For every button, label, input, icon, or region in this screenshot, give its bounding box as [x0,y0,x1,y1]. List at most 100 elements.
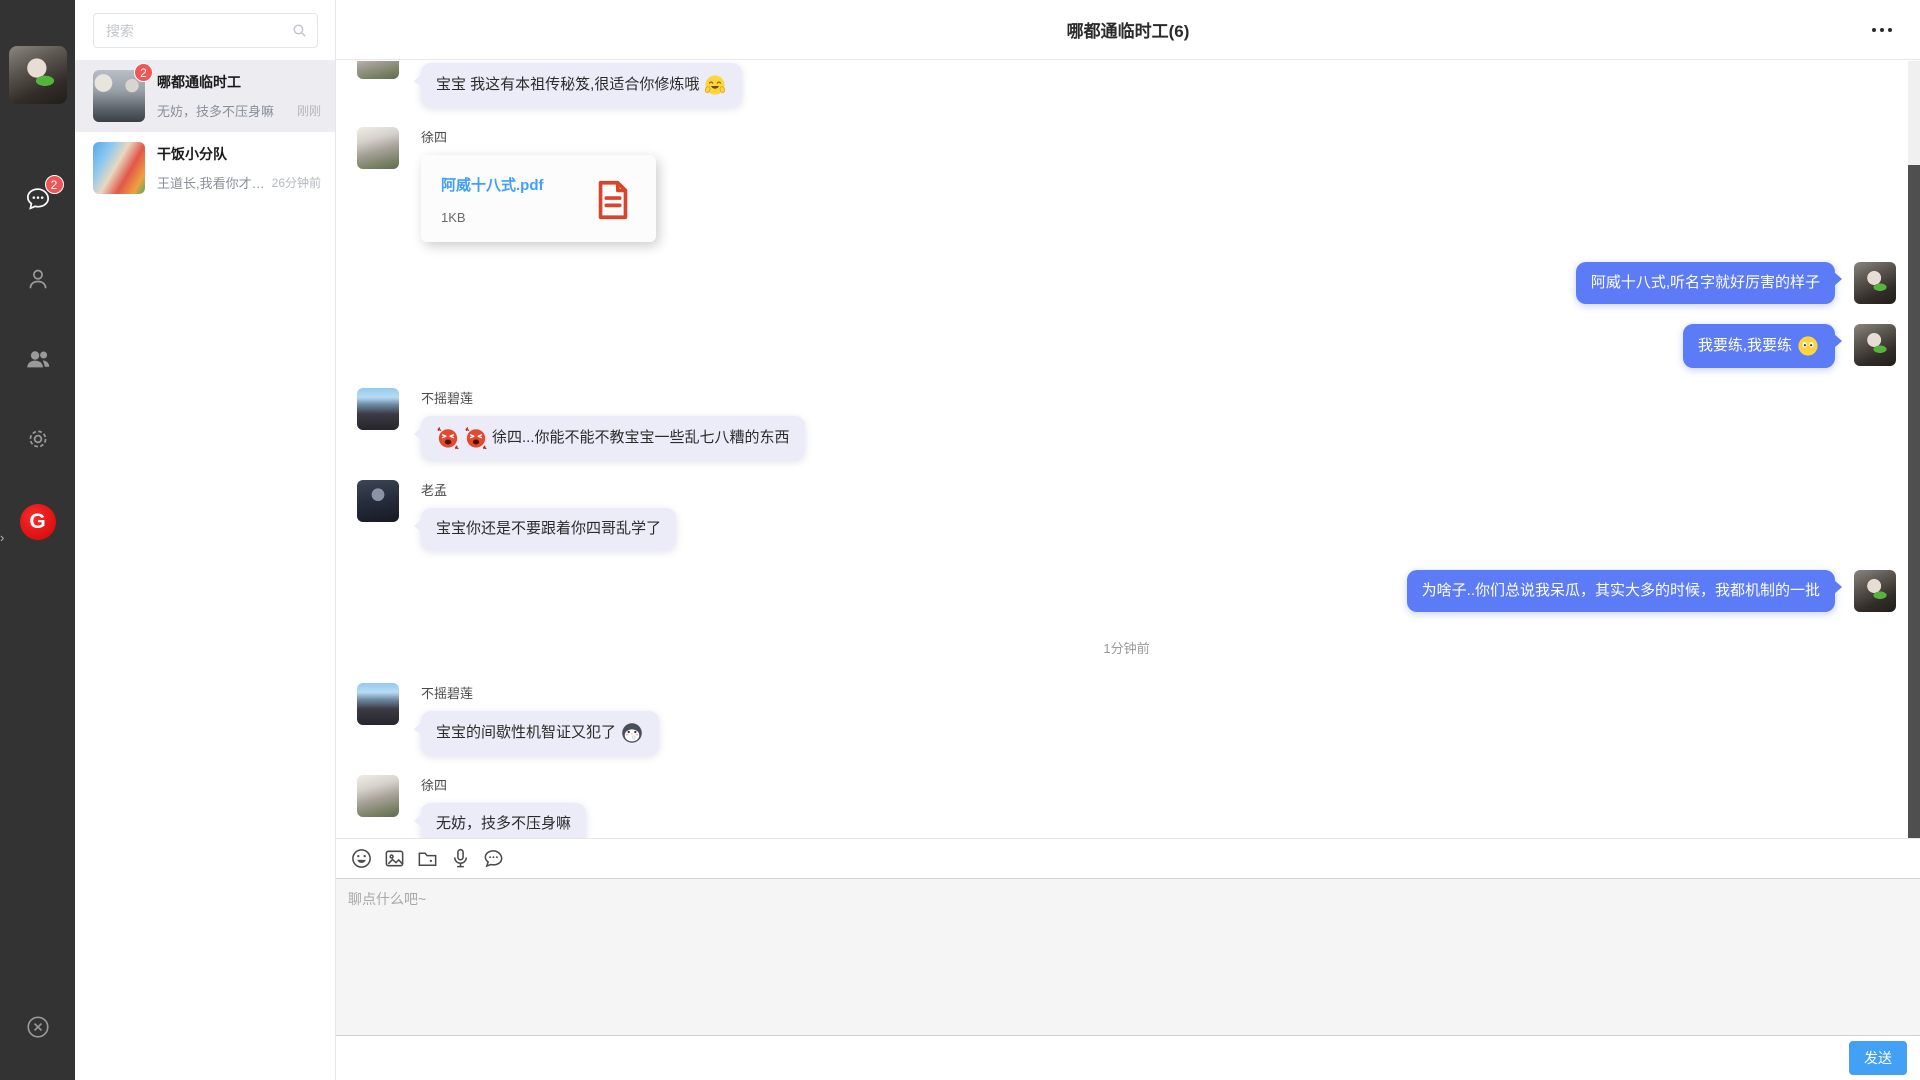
chat-time: 26分钟前 [272,174,321,191]
collapse-handle-icon[interactable]: › [0,530,4,545]
chat-preview-row: 王道长,我看你才…26分钟前 [157,173,321,192]
message-text: 为啥子..你们总说我呆瓜，其实大多的时候，我都机制的一批 [1422,580,1820,602]
chat-item-info: 哪都通临时工无妨，技多不压身嘛刚刚 [157,72,321,120]
x-circle-icon [25,1014,51,1040]
sender-name: 不摇碧莲 [421,683,473,702]
chat-bubble-icon[interactable] [481,847,505,871]
emoji-picker-icon[interactable] [349,847,373,871]
search-input[interactable] [93,13,318,48]
scrollbar-track[interactable] [1908,61,1920,838]
hugging-face-emoji [703,73,727,97]
sidebar-nav: 2G [20,184,56,540]
avatar[interactable] [357,775,399,817]
file-meta: 阿威十八式.pdf 1KB [441,174,544,225]
group-icon [24,345,52,373]
message-row-outgoing: 我要练,我要练 [357,324,1896,368]
sender-name: 徐四 [421,127,447,146]
avatar[interactable] [357,61,399,79]
message-text: 我要练,我要练 [1698,335,1792,357]
message-bubble: 为啥子..你们总说我呆瓜，其实大多的时候，我都机制的一批 [1407,570,1835,612]
message-content: 不摇碧莲 徐四...你能不能不教宝宝一些乱七八糟的东西 [421,388,805,460]
message-row-incoming: 宝宝 我这有本祖传秘笈,很适合你修炼哦 [357,63,1896,107]
message-row-outgoing: 阿威十八式,听名字就好厉害的样子 [357,262,1896,304]
sidebar-item-settings[interactable] [23,424,53,454]
sidebar-item-chat[interactable]: 2 [23,184,53,214]
chat-header: 哪都通临时工(6) [336,0,1920,60]
message-row-incoming: 不摇碧莲宝宝的间歇性机智证又犯了 [357,683,1896,755]
microphone-icon[interactable] [448,847,472,871]
sender-name: 徐四 [421,775,447,794]
message-row-incoming: 徐四无妨，技多不压身嘛 [357,775,1896,838]
chat-panel: 哪都通临时工(6) 宝宝 我这有本祖传秘笈,很适合你修炼哦 徐四阿威十八式.pd… [336,0,1920,1080]
message-content: 不摇碧莲宝宝的间歇性机智证又犯了 [421,683,659,755]
avatar[interactable] [1854,262,1896,304]
chat-list: 2哪都通临时工无妨，技多不压身嘛刚刚干饭小分队王道长,我看你才…26分钟前 [75,60,335,204]
message-text: 宝宝 我这有本祖传秘笈,很适合你修炼哦 [436,74,699,96]
chat-list-panel: 2哪都通临时工无妨，技多不压身嘛刚刚干饭小分队王道长,我看你才…26分钟前 [75,0,336,1080]
message-text: 宝宝你还是不要跟着你四哥乱学了 [436,518,661,540]
message-row-incoming: 徐四阿威十八式.pdf 1KB [357,127,1896,242]
message-text: 阿威十八式,听名字就好厉害的样子 [1591,272,1820,294]
message-bubble: 徐四...你能不能不教宝宝一些乱七八糟的东西 [421,416,805,460]
person-icon [25,266,51,292]
app-sidebar: 2G [0,0,75,1080]
enraged-face-emoji [464,426,488,450]
message-row-incoming: 不摇碧莲 徐四...你能不能不教宝宝一些乱七八糟的东西 [357,388,1896,460]
chat-item-info: 干饭小分队王道长,我看你才…26分钟前 [157,144,321,192]
chat-list-item[interactable]: 2哪都通临时工无妨，技多不压身嘛刚刚 [75,60,335,132]
file-name-link[interactable]: 阿威十八式.pdf [441,174,544,195]
message-content: 宝宝 我这有本祖传秘笈,很适合你修炼哦 [421,63,742,107]
chat-name: 哪都通临时工 [157,72,321,92]
sender-name: 不摇碧莲 [421,388,473,407]
avatar[interactable] [357,683,399,725]
message-input[interactable] [336,879,1920,1035]
chat-title: 哪都通临时工(6) [1067,17,1190,42]
file-attachment-card[interactable]: 阿威十八式.pdf 1KB [421,155,656,242]
penguin-sticker-emoji [620,721,644,745]
avatar[interactable] [357,127,399,169]
message-row-outgoing: 为啥子..你们总说我呆瓜，其实大多的时候，我都机制的一批 [357,570,1896,612]
message-bubble: 宝宝 我这有本祖传秘笈,很适合你修炼哦 [421,63,742,107]
avatar[interactable] [1854,324,1896,366]
chat-preview: 无妨，技多不压身嘛 [157,101,274,120]
time-divider: 1分钟前 [357,638,1896,657]
user-avatar[interactable] [9,46,67,104]
chat-avatar[interactable] [93,142,145,194]
search-bar [75,0,335,60]
message-text: 宝宝的间歇性机智证又犯了 [436,722,616,744]
input-footer: 发送 [336,1036,1920,1080]
enraged-face-emoji [436,426,460,450]
doc-file-icon [590,177,636,223]
avatar[interactable] [357,480,399,522]
sidebar-item-contacts[interactable] [23,264,53,294]
scrollbar-thumb[interactable] [1908,165,1920,838]
message-bubble: 宝宝的间歇性机智证又犯了 [421,711,659,755]
no-mouth-face-emoji [1796,334,1820,358]
message-bubble: 无妨，技多不压身嘛 [421,803,586,838]
gear-icon [25,426,51,452]
message-row-incoming: 老孟宝宝你还是不要跟着你四哥乱学了 [357,480,1896,550]
sidebar-item-groups[interactable] [23,344,53,374]
brand-logo[interactable]: G [20,504,56,540]
message-bubble: 我要练,我要练 [1683,324,1835,368]
chat-list-item[interactable]: 干饭小分队王道长,我看你才…26分钟前 [75,132,335,204]
search-icon[interactable] [291,22,308,39]
image-icon[interactable] [382,847,406,871]
logout-button[interactable] [23,1012,53,1042]
more-menu-button[interactable] [1868,24,1896,36]
message-content: 徐四无妨，技多不压身嘛 [421,775,586,838]
chat-avatar[interactable]: 2 [93,70,145,122]
folder-icon[interactable] [415,847,439,871]
input-area [336,878,1920,1036]
chat-preview-row: 无妨，技多不压身嘛刚刚 [157,101,321,120]
avatar[interactable] [357,388,399,430]
file-size: 1KB [441,210,544,225]
sender-name: 老孟 [421,480,447,499]
send-button[interactable]: 发送 [1849,1041,1907,1075]
chat-name: 干饭小分队 [157,144,321,164]
message-content: 老孟宝宝你还是不要跟着你四哥乱学了 [421,480,676,550]
unread-badge: 2 [134,63,153,82]
avatar[interactable] [1854,570,1896,612]
message-text: 徐四...你能不能不教宝宝一些乱七八糟的东西 [492,427,790,449]
message-bubble: 阿威十八式,听名字就好厉害的样子 [1576,262,1835,304]
